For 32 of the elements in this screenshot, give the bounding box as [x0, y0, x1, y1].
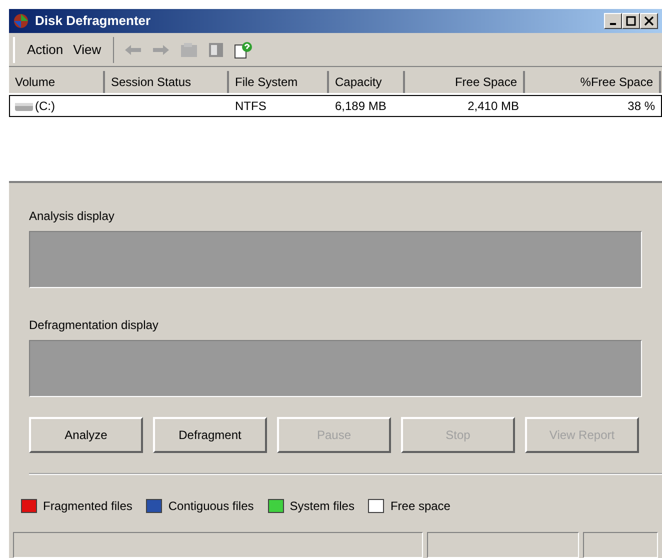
column-header[interactable]: Capacity [329, 71, 405, 93]
minimize-button[interactable] [604, 13, 622, 29]
app-icon [13, 13, 29, 29]
action-button[interactable]: Analyze [29, 417, 143, 453]
action-button[interactable]: Defragment [153, 417, 267, 453]
menu-item[interactable]: View [73, 40, 102, 60]
close-button[interactable] [640, 13, 658, 29]
menu-item[interactable]: Action [27, 40, 64, 60]
drive-icon [15, 101, 33, 111]
display-label: Analysis display [29, 208, 116, 225]
close-icon [644, 16, 654, 26]
column-header[interactable]: File System [229, 71, 329, 93]
column-header[interactable]: %Free Space [525, 71, 661, 93]
table-cell-text: 2,410 MB [468, 98, 519, 115]
maximize-icon [626, 16, 636, 26]
legend-label: Free space [390, 498, 450, 515]
column-header[interactable]: Free Space [405, 71, 525, 93]
table-cell-text: NTFS [235, 98, 266, 115]
legend-label: System files [290, 498, 354, 515]
volume-row[interactable]: (C:) NTFS 6,189 MB 2,410 MB 38 % [9, 95, 662, 117]
column-header[interactable]: Volume [9, 71, 105, 93]
legend-label: Fragmented files [43, 498, 132, 515]
table-cell-text: (C:) [35, 98, 55, 115]
column-header[interactable]: Session Status [105, 71, 229, 93]
maximize-button[interactable] [622, 13, 640, 29]
minimize-icon [610, 23, 616, 25]
window-title: Disk Defragmenter [35, 12, 151, 30]
table-cell-text: 6,189 MB [335, 98, 386, 115]
help-icon[interactable] [234, 40, 252, 58]
legend-label: Contiguous files [168, 498, 254, 515]
table-cell-text: 38 % [628, 98, 655, 115]
display-label: Defragmentation display [29, 317, 160, 334]
